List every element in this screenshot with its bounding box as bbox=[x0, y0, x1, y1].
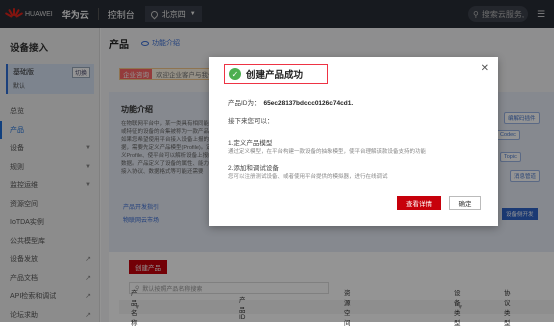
next-steps-label: 接下来您可以： bbox=[228, 118, 274, 125]
check-circle-icon: ✓ bbox=[229, 68, 241, 80]
dialog-title: 创建产品成功 bbox=[246, 70, 304, 81]
step2-desc: 您可以注册测试设备、或者使用平台提供的模拟器，进行在线调试 bbox=[228, 174, 388, 180]
step1-title: 1.定义产品模型 bbox=[228, 140, 273, 147]
confirm-button[interactable]: 确定 bbox=[449, 196, 481, 210]
close-icon[interactable]: ✕ bbox=[481, 63, 489, 74]
product-id-label: 产品ID为： bbox=[228, 100, 261, 107]
step1-desc: 通过定义模型，在平台构建一款设备的抽象模型，使平台理解该款设备支持的功能 bbox=[228, 149, 427, 155]
product-id-value: 65ec28137bdccc0126c74cd1. bbox=[263, 100, 354, 107]
product-id-row: 产品ID为： 65ec28137bdccc0126c74cd1. bbox=[228, 97, 353, 107]
success-dialog: ✓ 创建产品成功 ✕ 产品ID为： 65ec28137bdccc0126c74cd… bbox=[209, 57, 498, 226]
step2-title: 2.添加和调试设备 bbox=[228, 165, 279, 172]
view-details-button[interactable]: 查看详情 bbox=[397, 196, 441, 210]
dialog-header: ✓ 创建产品成功 bbox=[224, 64, 328, 84]
